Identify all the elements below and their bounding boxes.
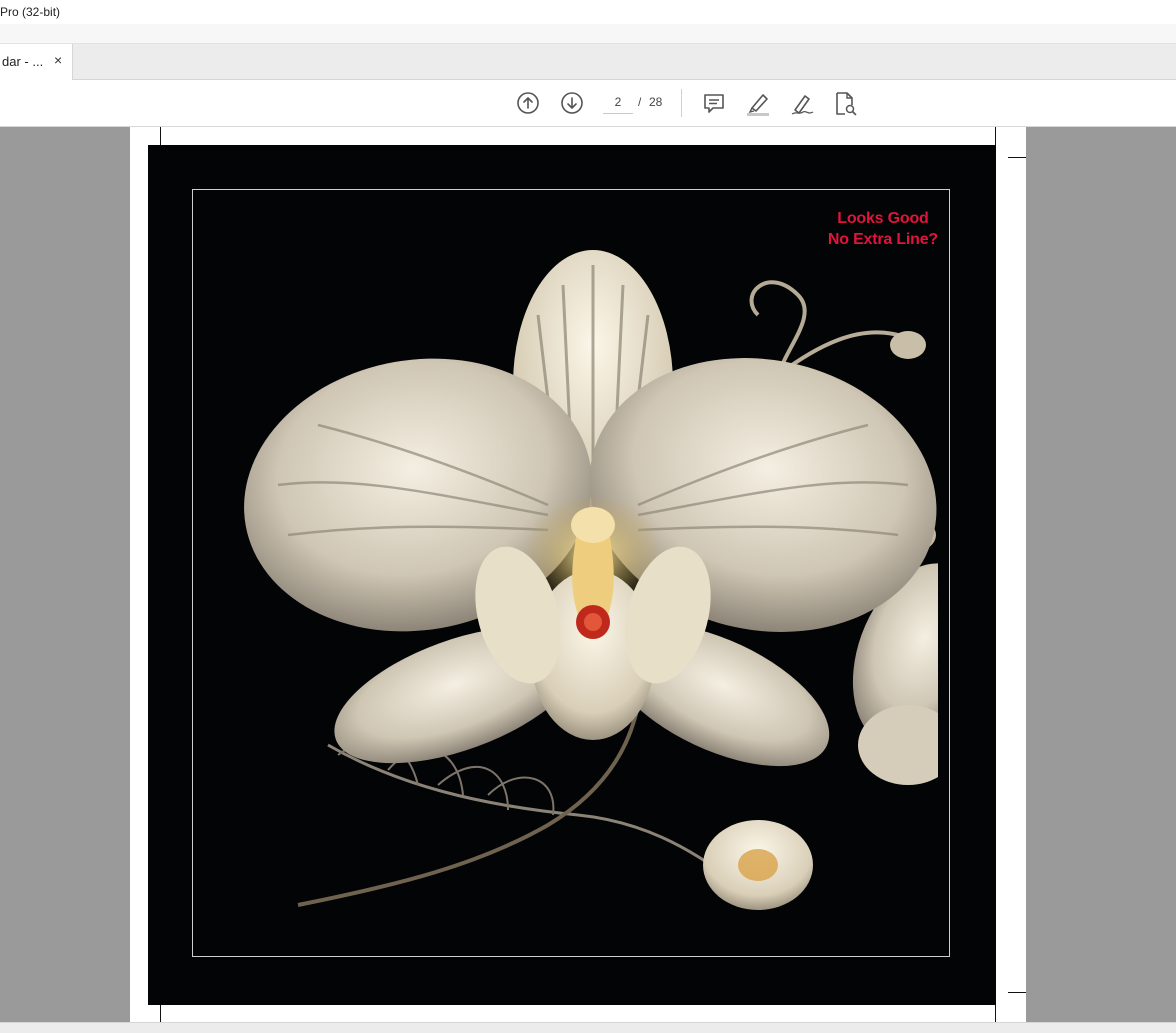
highlighter-icon [747, 94, 769, 116]
tab-label: dar - ... [2, 54, 44, 69]
sign-button[interactable] [789, 91, 815, 117]
page-number-input[interactable] [603, 91, 633, 114]
document-tab[interactable]: dar - ... × [0, 44, 73, 80]
previous-page-button[interactable] [515, 91, 541, 117]
pdf-page: Looks Good No Extra Line? [130, 127, 1026, 1022]
crop-mark [995, 127, 996, 145]
comment-button[interactable] [701, 91, 727, 117]
toolbar-divider [681, 89, 682, 117]
page-zoom-icon [836, 92, 857, 116]
page-separator: / [638, 95, 642, 109]
close-icon[interactable]: × [54, 52, 62, 68]
tab-strip: dar - ... × [0, 44, 1176, 80]
comment-icon [704, 94, 724, 113]
crop-mark [160, 127, 161, 145]
crop-mark [160, 1005, 161, 1022]
window-title: Pro (32-bit) [0, 5, 61, 19]
orchid-artwork: Looks Good No Extra Line? [148, 145, 996, 1005]
total-pages: 28 [649, 95, 663, 109]
crop-mark [1008, 157, 1026, 158]
pen-sign-icon [791, 95, 814, 115]
page-zoom-button[interactable] [832, 91, 858, 117]
highlight-button[interactable] [745, 91, 771, 117]
menu-bar [0, 24, 1176, 44]
title-bar: Pro (32-bit) [0, 0, 1176, 24]
page-toolbar: / 28 [0, 80, 1176, 127]
status-bar [0, 1022, 1176, 1033]
orchid-illustration [244, 250, 938, 910]
arrow-up-circle-icon [517, 92, 539, 114]
next-page-button[interactable] [559, 91, 585, 117]
crop-mark [1008, 992, 1026, 993]
document-viewer[interactable]: Looks Good No Extra Line? [0, 127, 1176, 1022]
arrow-down-circle-icon [561, 92, 583, 114]
crop-mark [995, 1005, 996, 1022]
